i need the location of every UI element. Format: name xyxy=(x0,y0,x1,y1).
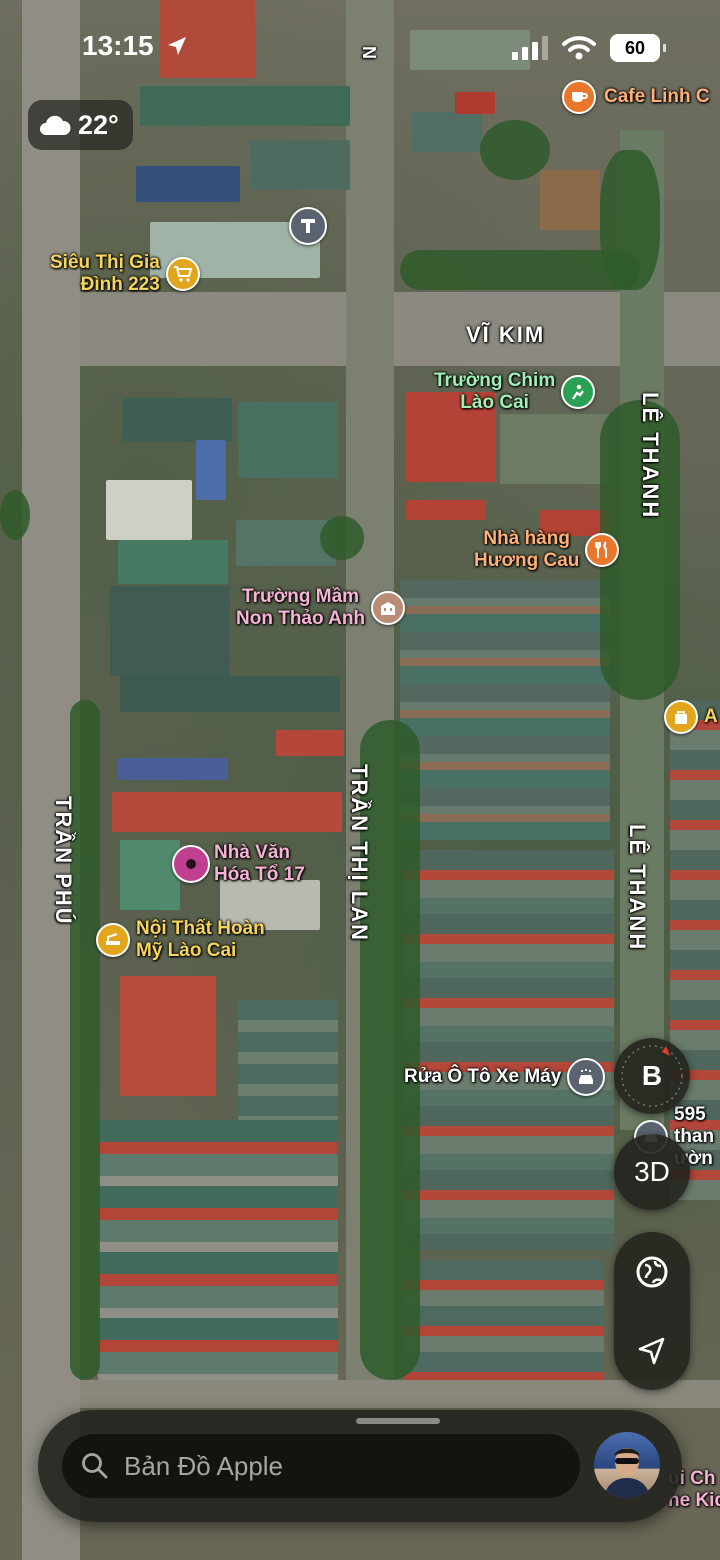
poi-label-line: Hóa Tổ 17 xyxy=(214,864,305,885)
poi-restaurant[interactable]: Nhà hàng Hương Cau xyxy=(474,528,620,572)
location-arrow-icon xyxy=(638,1337,665,1364)
shopping-cart-icon xyxy=(165,257,200,291)
poi-label: Nhà Văn Hóa Tổ 17 xyxy=(214,842,305,886)
train-icon xyxy=(289,207,327,245)
poi-label-line: Nhà hàng xyxy=(483,528,570,549)
street-label-tran-thi-lan: TRẦN THỊ LAN xyxy=(347,764,372,942)
search-input[interactable]: Bản Đồ Apple xyxy=(62,1434,580,1498)
status-time: 13:15 xyxy=(82,30,189,62)
building xyxy=(406,500,486,520)
building xyxy=(400,580,610,840)
wifi-icon xyxy=(562,36,596,60)
3d-button[interactable]: 3D xyxy=(614,1134,690,1210)
building xyxy=(136,166,240,202)
location-arrow-icon xyxy=(168,37,187,55)
building xyxy=(238,402,338,478)
poi-label-line: Siêu Thị Gia xyxy=(50,252,160,273)
street-label-le-thanh: LÊ THANH xyxy=(638,392,663,520)
avatar[interactable] xyxy=(594,1432,660,1498)
signal-icon xyxy=(512,36,548,60)
weather-badge[interactable]: 22° xyxy=(28,100,133,150)
car-wash-icon xyxy=(567,1058,606,1096)
street-label-tran-phu: TRẦN PHÚ xyxy=(51,796,76,926)
building xyxy=(112,792,342,832)
poi-label: A xyxy=(704,706,718,727)
poi-label: Nội Thất Hoàn Mỹ Lào Cai xyxy=(136,918,265,962)
tree xyxy=(320,516,364,560)
poi-label: Rửa Ô Tô Xe Máy xyxy=(404,1066,562,1087)
poi-label-line: Nhà Văn xyxy=(214,842,291,863)
poi-label: Trường Chim Lào Cai xyxy=(434,370,555,414)
poi-label-line: Nội Thất Hoàn xyxy=(136,918,265,939)
poi-label-line: Đình 223 xyxy=(80,274,160,295)
building xyxy=(276,730,344,756)
poi-label: Siêu Thị Gia Đình 223 xyxy=(50,252,160,296)
cloud-icon xyxy=(40,115,71,135)
temperature: 22° xyxy=(78,109,119,140)
poi-label-line: Hương Cau xyxy=(474,550,580,571)
search-placeholder: Bản Đồ Apple xyxy=(124,1450,284,1481)
poi-label: Trường Mầm Non Thảo Anh xyxy=(236,586,365,630)
poi-label-line: Mỹ Lào Cai xyxy=(136,940,237,961)
poi-car-wash[interactable]: Rửa Ô Tô Xe Máy xyxy=(404,1058,606,1096)
poi-transit[interactable] xyxy=(289,207,327,245)
search-icon xyxy=(82,1453,108,1479)
compass-label: B xyxy=(641,1060,663,1091)
poi-label-line: ne Kid xyxy=(668,1490,720,1511)
building xyxy=(120,976,216,1096)
street-label-le-thanh: LÊ THANH xyxy=(625,824,650,952)
map-controls-group xyxy=(614,1232,690,1390)
sofa-icon xyxy=(96,923,130,957)
building xyxy=(238,1000,338,1120)
poi-label: Nhà hàng Hương Cau xyxy=(474,528,579,572)
clock: 13:15 xyxy=(82,30,154,61)
building xyxy=(540,170,600,230)
building xyxy=(500,414,610,484)
building xyxy=(412,112,482,152)
bag-icon xyxy=(664,700,698,734)
compass-button[interactable]: B xyxy=(614,1038,690,1114)
building-icon xyxy=(371,591,406,625)
building xyxy=(118,758,228,780)
search-sheet[interactable]: Bản Đồ Apple xyxy=(38,1410,682,1522)
building xyxy=(404,850,614,1250)
building xyxy=(98,1120,338,1380)
building xyxy=(118,540,228,584)
building xyxy=(404,1260,604,1380)
3d-label: 3D xyxy=(634,1156,670,1187)
building xyxy=(120,840,180,910)
building xyxy=(196,440,226,500)
poi-shop-right[interactable]: A xyxy=(664,700,718,734)
map-mode-button[interactable] xyxy=(614,1237,690,1307)
locate-button[interactable] xyxy=(614,1316,690,1386)
avatar-photo xyxy=(604,1448,650,1498)
street-label-vi-kim: VĨ KIM xyxy=(466,322,546,347)
status-icons: 60 xyxy=(512,34,666,62)
poi-label-line: than xyxy=(674,1126,715,1147)
poi-label-line: Non Thảo Anh xyxy=(236,608,366,629)
school-icon xyxy=(561,375,596,409)
fork-knife-icon xyxy=(585,533,620,567)
poi-school-bird[interactable]: Trường Chim Lào Cai xyxy=(434,370,596,414)
poi-label-line: Lào Cai xyxy=(460,392,529,413)
poi-furniture[interactable]: Nội Thất Hoàn Mỹ Lào Cai xyxy=(96,918,265,962)
building xyxy=(122,398,232,442)
building xyxy=(250,140,350,190)
poi-kindergarten[interactable]: Trường Mầm Non Thảo Anh xyxy=(236,586,406,630)
poi-supermarket[interactable]: Siêu Thị Gia Đình 223 xyxy=(50,252,200,296)
building xyxy=(106,480,192,540)
dot-marker-icon xyxy=(172,845,210,883)
tree xyxy=(400,250,640,290)
building xyxy=(120,676,340,712)
sheet-grabber[interactable] xyxy=(356,1418,440,1424)
poi-culture-house[interactable]: Nhà Văn Hóa Tổ 17 xyxy=(172,842,305,886)
status-bar: 13:15 60 xyxy=(0,0,720,96)
building xyxy=(110,586,230,676)
poi-label-line: Trường Mầm xyxy=(242,586,360,607)
battery-indicator: 60 xyxy=(610,34,666,62)
globe-icon xyxy=(636,1256,668,1287)
poi-label-line: Trường Chim xyxy=(434,370,556,391)
tree xyxy=(0,490,30,540)
